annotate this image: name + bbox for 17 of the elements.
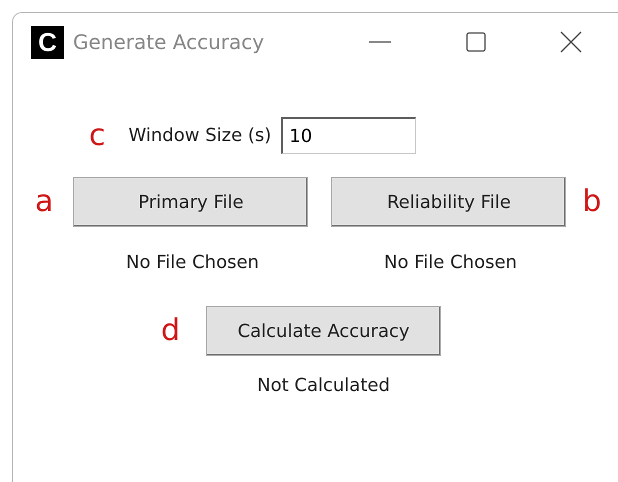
file-status: No File Chosen (383, 251, 518, 275)
file-button[interactable]: Reliability File (331, 177, 566, 227)
window-size-label: Window Size (s) (128, 124, 272, 148)
annotation-letter: a (35, 187, 54, 217)
window-size-field[interactable]: 10 (281, 117, 416, 154)
minimize-icon[interactable] (369, 40, 392, 44)
file-status: No File Chosen (125, 251, 260, 275)
annotation-letter: d (161, 316, 180, 346)
close-icon[interactable] (560, 31, 582, 53)
file-button[interactable]: Primary File (73, 177, 308, 227)
annotation-letter: c (89, 120, 106, 150)
window-title: Generate Accuracy (73, 29, 264, 56)
calculation-status: Not Calculated (256, 374, 391, 398)
annotation-letter: b (582, 187, 602, 217)
app-icon: C (31, 26, 64, 58)
maximize-icon[interactable] (466, 32, 486, 52)
calculate-accuracy-button[interactable]: Calculate Accuracy (206, 306, 442, 356)
